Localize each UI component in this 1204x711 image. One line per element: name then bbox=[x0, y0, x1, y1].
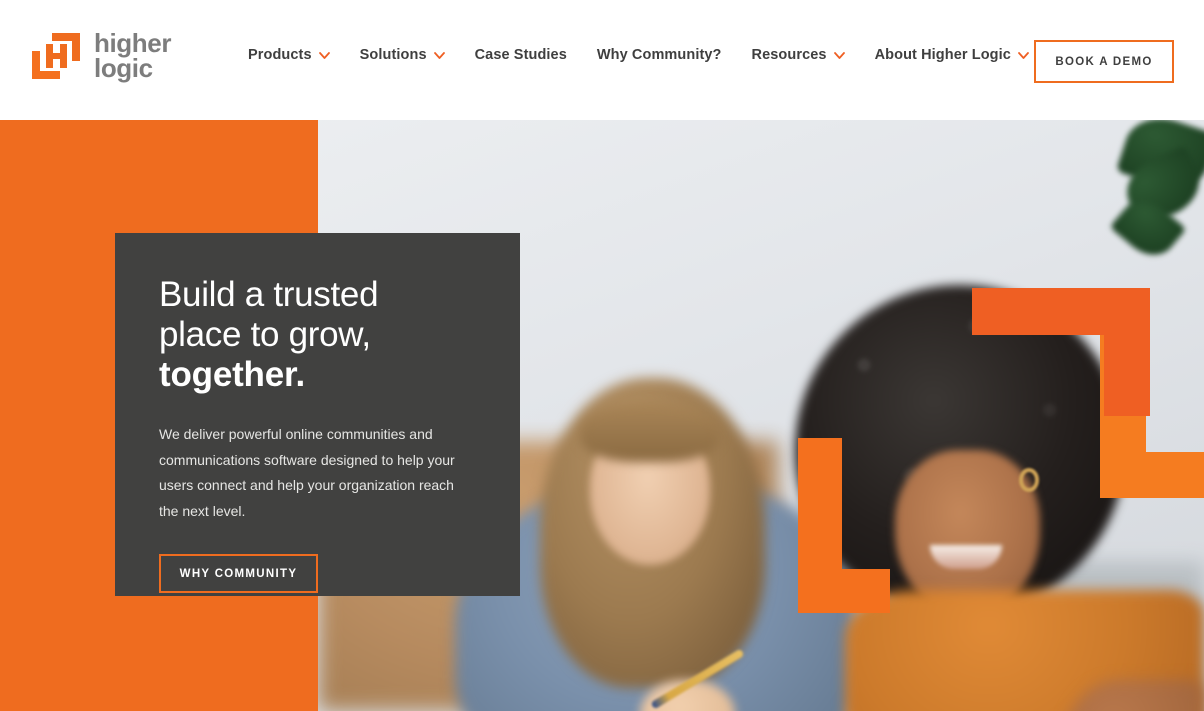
higher-logic-bracket-h-icon bbox=[32, 33, 80, 79]
hero-title-line-1: Build a trusted bbox=[159, 275, 379, 314]
hero-title-line-3: together. bbox=[159, 354, 305, 394]
chevron-down-icon bbox=[833, 51, 845, 59]
logo-wordmark: higher logic bbox=[94, 30, 171, 83]
decorative-bracket-top-right-icon bbox=[972, 288, 1150, 416]
logo-word-line2: logic bbox=[94, 53, 153, 83]
nav-label: Products bbox=[248, 47, 312, 63]
hero-title-line-2: place to grow, bbox=[159, 314, 371, 354]
hero-photo-plant bbox=[1109, 120, 1204, 270]
nav-item-solutions[interactable]: Solutions bbox=[360, 47, 445, 63]
nav-item-resources[interactable]: Resources bbox=[752, 47, 845, 63]
chevron-down-icon bbox=[433, 51, 445, 59]
nav-label: Solutions bbox=[359, 47, 427, 63]
hero-description: We deliver powerful online communities a… bbox=[159, 425, 455, 520]
nav-label: About Higher Logic bbox=[874, 47, 1011, 63]
book-a-demo-button[interactable]: BOOK A DEMO bbox=[1034, 40, 1174, 83]
nav-label: Case Studies bbox=[474, 47, 567, 63]
hero-title: Build a trusted place to grow, together. bbox=[159, 275, 476, 395]
nav-label: Why Community? bbox=[596, 47, 722, 63]
hero-person-right-earring bbox=[1019, 468, 1039, 492]
why-community-button[interactable]: WHY COMMUNITY bbox=[159, 554, 318, 594]
nav-label: Resources bbox=[751, 47, 827, 63]
hero-section: Build a trusted place to grow, together.… bbox=[0, 120, 1204, 711]
hero-content-card: Build a trusted place to grow, together.… bbox=[115, 233, 520, 596]
nav-item-case-studies[interactable]: Case Studies bbox=[475, 47, 567, 63]
decorative-bracket-bottom-left-icon bbox=[798, 438, 890, 613]
page-root: higher logic Products Solutions Case Stu… bbox=[0, 0, 1204, 711]
chevron-down-icon bbox=[1018, 51, 1029, 59]
nav-item-about-higher-logic[interactable]: About Higher Logic bbox=[875, 47, 1029, 63]
hero-person-left-bangs bbox=[580, 402, 720, 462]
nav-item-why-community[interactable]: Why Community? bbox=[597, 47, 722, 63]
site-header: higher logic Products Solutions Case Stu… bbox=[0, 0, 1204, 120]
main-navigation: Products Solutions Case Studies Why Comm… bbox=[248, 47, 1029, 63]
nav-item-products[interactable]: Products bbox=[248, 47, 330, 63]
chevron-down-icon bbox=[318, 51, 330, 59]
site-logo[interactable]: higher logic bbox=[30, 30, 171, 83]
